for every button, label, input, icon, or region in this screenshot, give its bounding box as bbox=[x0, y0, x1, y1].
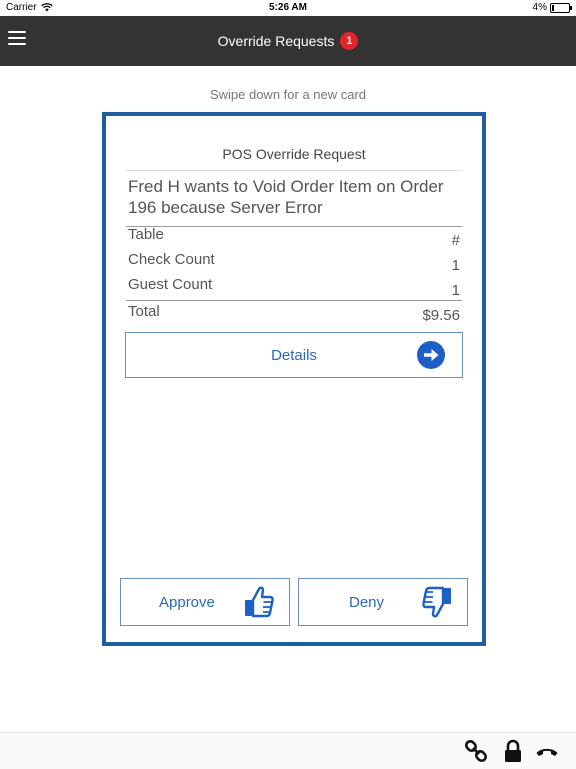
swipe-hint: Swipe down for a new card bbox=[209, 87, 367, 102]
nav-title-wrap: Override Requests 1 bbox=[0, 16, 576, 66]
deny-button[interactable]: Deny bbox=[298, 578, 468, 626]
row-value: 1 bbox=[451, 282, 460, 299]
row-value: 1 bbox=[451, 257, 460, 274]
row-label: Guest Count bbox=[128, 276, 213, 293]
status-bar: Carrier 5:26 AM 4% bbox=[0, 0, 576, 16]
row-value: # bbox=[451, 232, 460, 249]
row-label: Table bbox=[128, 226, 164, 243]
details-label: Details bbox=[271, 346, 317, 364]
status-time: 5:26 AM bbox=[269, 2, 307, 13]
battery-icon bbox=[550, 2, 572, 13]
request-count-badge: 1 bbox=[340, 32, 359, 50]
page-title: Override Requests bbox=[217, 33, 335, 49]
request-description: Fred H wants to Void Order Item on Order… bbox=[126, 174, 462, 227]
lock-icon[interactable] bbox=[501, 739, 525, 763]
table-row-check-count: Check Count 1 bbox=[126, 251, 462, 276]
total-label: Total bbox=[128, 303, 160, 320]
total-value: $9.56 bbox=[422, 307, 460, 324]
phone-hangup-icon[interactable] bbox=[535, 739, 559, 763]
card-title: POS Override Request bbox=[126, 146, 462, 171]
approve-button[interactable]: Approve bbox=[120, 578, 290, 626]
nav-bar: Override Requests 1 bbox=[0, 16, 576, 66]
bottom-toolbar bbox=[0, 732, 576, 769]
thumbs-down-icon bbox=[422, 586, 451, 618]
table-row-guest-count: Guest Count 1 bbox=[126, 276, 462, 301]
battery-percent: 4% bbox=[532, 2, 547, 13]
approve-label: Approve bbox=[159, 594, 215, 611]
table-row-table: Table # bbox=[126, 226, 462, 251]
thumbs-up-icon bbox=[245, 586, 274, 618]
details-button[interactable]: Details bbox=[125, 332, 463, 378]
arrow-right-circle-icon bbox=[417, 341, 445, 369]
row-label: Check Count bbox=[128, 251, 215, 268]
override-request-card[interactable]: POS Override Request Fred H wants to Voi… bbox=[102, 112, 486, 646]
battery-info: 4% bbox=[532, 2, 572, 13]
link-icon[interactable] bbox=[464, 739, 488, 763]
table-row-total: Total $9.56 bbox=[126, 300, 462, 326]
deny-label: Deny bbox=[349, 594, 385, 611]
